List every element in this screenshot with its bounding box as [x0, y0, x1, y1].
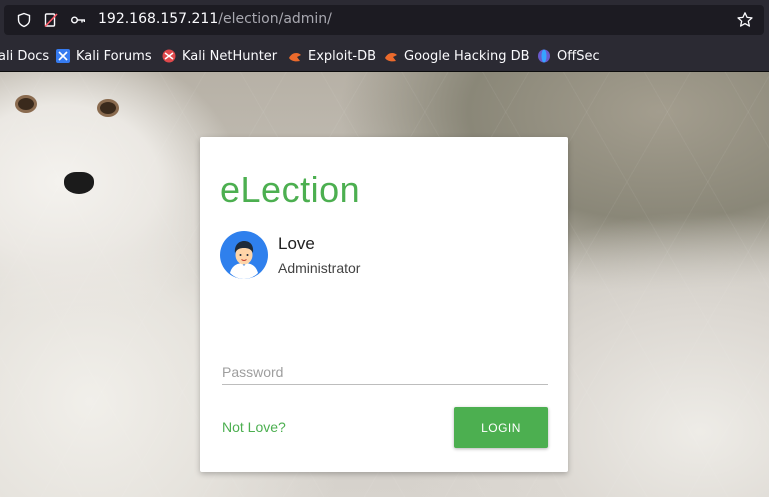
- ghdb-icon: [385, 53, 397, 62]
- page-info-icon[interactable]: [43, 12, 59, 28]
- key-icon[interactable]: [70, 12, 86, 28]
- user-name: Love: [278, 234, 315, 253]
- url-host: 192.168.157.211: [98, 11, 219, 27]
- bookmark-star-icon[interactable]: [736, 11, 754, 29]
- password-input[interactable]: [222, 359, 548, 385]
- url-text[interactable]: 192.168.157.211/election/admin/: [98, 11, 332, 27]
- bookmark-label: ali Docs: [0, 48, 50, 64]
- bookmark-offsec[interactable]: OffSec: [537, 48, 600, 64]
- login-card: eLection Love Administrator Not Love? LO…: [200, 137, 568, 472]
- not-user-link[interactable]: Not Love?: [222, 419, 286, 435]
- brand-title: eLection: [220, 169, 361, 210]
- bookmark-kali-docs[interactable]: ali Docs: [0, 48, 49, 64]
- bookmarks-toolbar: ali Docs Kali Forums Kali NetHunter Expl…: [0, 40, 769, 72]
- bookmark-label: Exploit-DB: [308, 48, 377, 64]
- bookmark-exploit-db[interactable]: Exploit-DB: [288, 48, 376, 64]
- kali-nethunter-icon: [162, 49, 176, 63]
- bookmark-google-hacking-db[interactable]: Google Hacking DB: [384, 48, 530, 64]
- fox-eye-left: [18, 98, 34, 110]
- login-button[interactable]: LOGIN: [454, 407, 548, 448]
- offsec-icon: [538, 49, 550, 63]
- exploit-db-icon: [289, 53, 301, 62]
- fox-nose: [64, 172, 94, 194]
- user-role: Administrator: [278, 260, 361, 276]
- bookmark-label: Kali NetHunter: [182, 48, 278, 64]
- browser-toolbar: 192.168.157.211/election/admin/: [0, 0, 769, 40]
- shield-icon[interactable]: [16, 12, 32, 28]
- kali-forums-icon: [56, 49, 70, 63]
- address-bar[interactable]: 192.168.157.211/election/admin/: [4, 5, 764, 35]
- user-avatar-icon: [220, 231, 268, 279]
- url-path: /election/admin/: [218, 11, 332, 27]
- fox-eye-right: [100, 102, 116, 114]
- bookmark-label: Kali Forums: [76, 48, 152, 64]
- bookmark-label: OffSec: [557, 48, 600, 64]
- bookmark-label: Google Hacking DB: [404, 48, 530, 64]
- bookmark-kali-nethunter[interactable]: Kali NetHunter: [162, 48, 277, 64]
- bookmark-kali-forums[interactable]: Kali Forums: [56, 48, 152, 64]
